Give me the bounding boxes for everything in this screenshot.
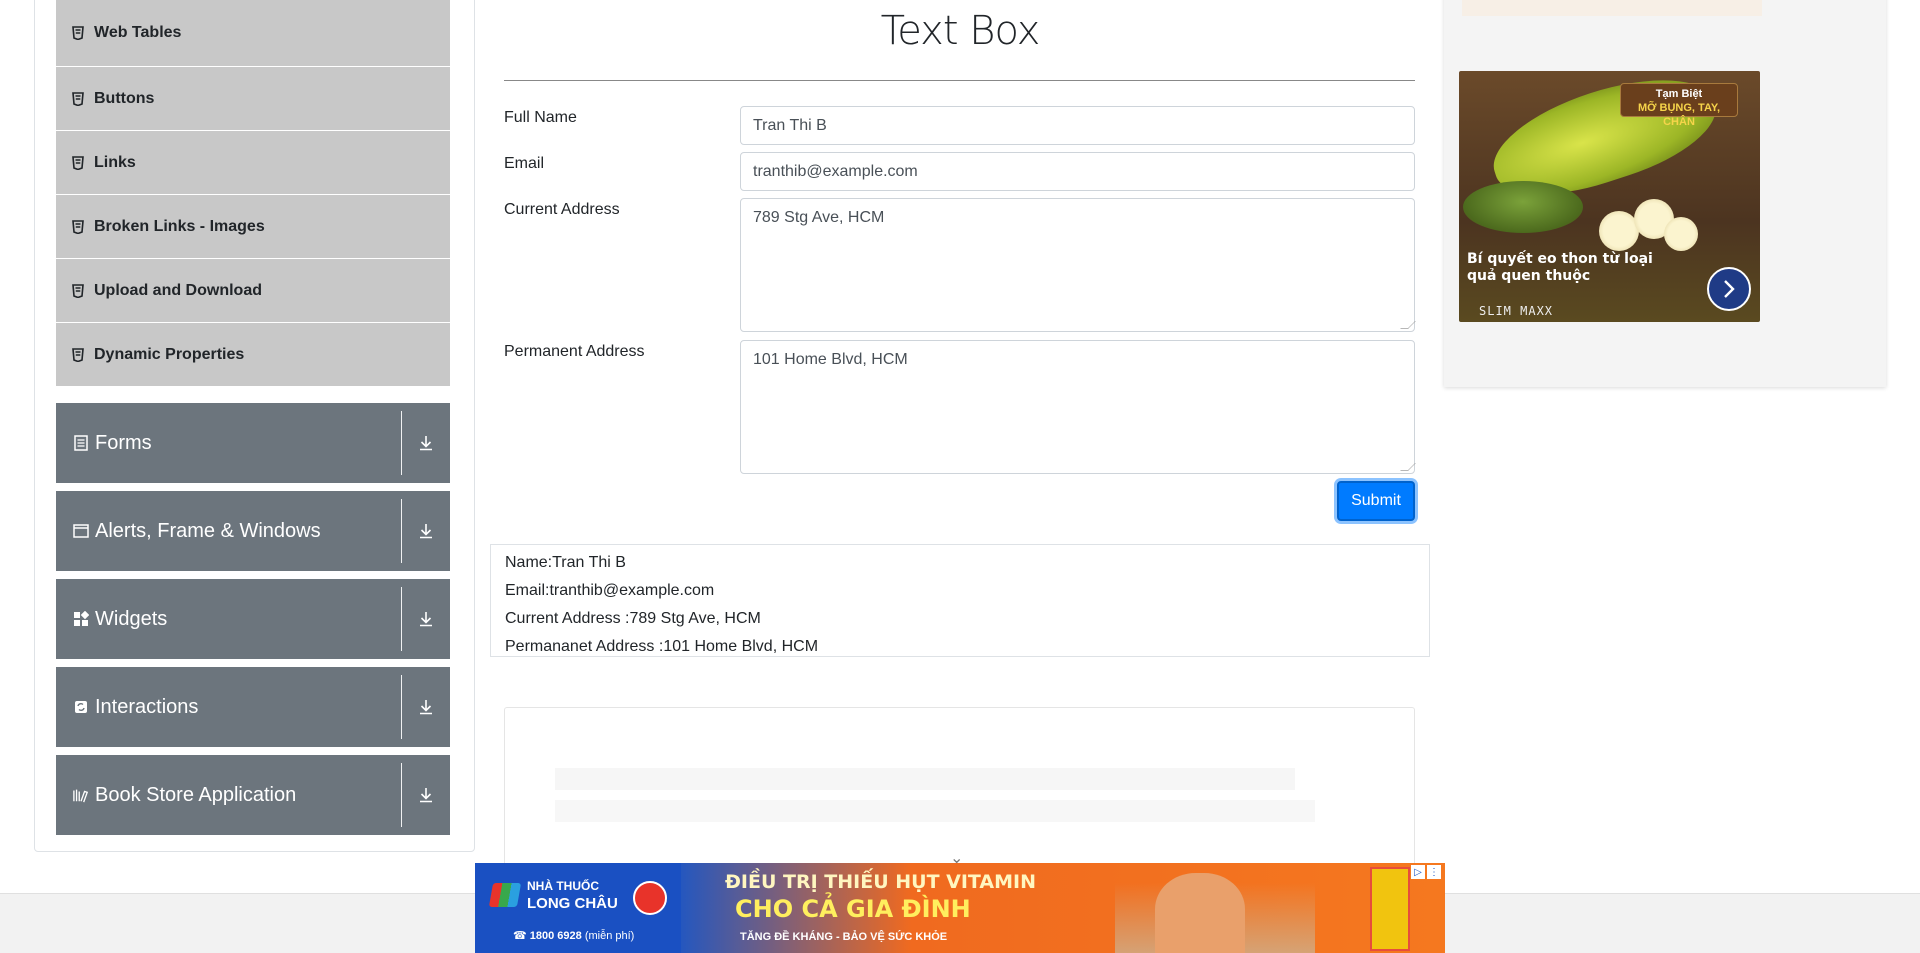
- permanent-address-textarea[interactable]: 101 Home Blvd, HCM: [740, 340, 1416, 474]
- html-icon: [72, 283, 84, 298]
- ad-phone-number: 1800 6928: [529, 930, 582, 942]
- elements-menu: Web Tables Buttons Links Broken Links - …: [56, 0, 450, 387]
- sidebar-group-book-store[interactable]: Book Store Application: [56, 755, 450, 835]
- ad-brand-box: NHÀ THUỐC LONG CHÂU ☎ 1800 6928 (miễn ph…: [475, 863, 681, 953]
- books-icon: [73, 787, 89, 803]
- html-icon: [72, 219, 84, 234]
- divider: [401, 763, 402, 827]
- output-email: Email:tranthib@example.com: [505, 582, 715, 599]
- interactions-icon: [73, 699, 89, 715]
- download-arrow-icon[interactable]: [402, 579, 450, 659]
- group-label: Forms: [95, 431, 152, 454]
- sidebar-item-label: Dynamic Properties: [94, 345, 245, 363]
- widgets-icon: [73, 611, 89, 627]
- full-name-value: Tran Thi B: [753, 117, 827, 134]
- ad-phone-note: (miễn phí): [584, 930, 635, 942]
- group-label: Interactions: [95, 695, 199, 718]
- output-permanent-address: Permananet Address :101 Home Blvd, HCM: [505, 638, 819, 655]
- email-label: Email: [504, 155, 545, 172]
- window-icon: [73, 523, 89, 539]
- ad-placeholder: ⌄: [504, 707, 1415, 877]
- group-label: Alerts, Frame & Windows: [95, 519, 321, 542]
- ad-top-strip: [1462, 0, 1762, 16]
- ad-brand: SLIM MAXX: [1479, 304, 1554, 318]
- email-input[interactable]: tranthib@example.com: [740, 152, 1415, 191]
- html-icon: [72, 347, 84, 362]
- sidebar-group-interactions[interactable]: Interactions: [56, 667, 450, 747]
- full-name-input[interactable]: Tran Thi B: [740, 106, 1415, 145]
- ad-caption: Bí quyết eo thon từ loại quả quen thuộc: [1467, 251, 1653, 284]
- permanent-address-value: 101 Home Blvd, HCM: [753, 351, 908, 368]
- page-title: Text Box: [880, 8, 1041, 54]
- download-arrow-icon[interactable]: [402, 491, 450, 571]
- product-box-image: [1370, 867, 1410, 951]
- seal-icon: [633, 881, 667, 915]
- group-label: Widgets: [95, 607, 168, 630]
- banana-ad[interactable]: Tạm Biệt MỠ BỤNG, TAY, CHÂN Bí quyết eo …: [1459, 71, 1760, 322]
- sidebar-group-widgets[interactable]: Widgets: [56, 579, 450, 659]
- divider: [401, 499, 402, 563]
- ad-subheadline: TĂNG ĐỀ KHÁNG - BẢO VỆ SỨC KHỎE: [740, 931, 948, 943]
- download-arrow-icon[interactable]: [402, 667, 450, 747]
- current-address-value: 789 Stg Ave, HCM: [753, 209, 885, 226]
- output-panel: Name:Tran Thi B Email:tranthib@example.c…: [490, 544, 1430, 657]
- sidebar-item-dynamic-properties[interactable]: Dynamic Properties: [56, 323, 450, 387]
- sidebar-item-label: Buttons: [94, 89, 155, 107]
- chevron-right-icon[interactable]: [1707, 267, 1751, 311]
- ad-headline2: CHO CẢ GIA ĐÌNH: [735, 895, 971, 923]
- current-address-label: Current Address: [504, 201, 620, 218]
- family-image: [1155, 873, 1245, 953]
- ad-blur-line: [555, 768, 1295, 790]
- output-name: Name:Tran Thi B: [505, 554, 626, 571]
- sidebar-item-label: Links: [94, 153, 136, 171]
- ad-tag: Tạm Biệt MỠ BỤNG, TAY, CHÂN: [1620, 83, 1738, 128]
- email-value: tranthib@example.com: [753, 163, 918, 180]
- divider: [401, 675, 402, 739]
- sidebar-item-label: Web Tables: [94, 24, 182, 41]
- sidebar-item-broken-links[interactable]: Broken Links - Images: [56, 195, 450, 259]
- html-icon: [72, 26, 84, 40]
- sidebar-item-upload-download[interactable]: Upload and Download: [56, 259, 450, 323]
- banana-slice: [1664, 217, 1698, 251]
- sidebar-item-label: Upload and Download: [94, 281, 262, 299]
- ad-phone: ☎ 1800 6928 (miễn phí): [513, 930, 635, 942]
- resize-handle-icon[interactable]: [1400, 463, 1416, 471]
- title-divider: [504, 80, 1415, 81]
- powder-bowl-image: [1463, 181, 1583, 233]
- ad-controls: ▷ ⋮: [1411, 865, 1441, 879]
- adchoices-icon[interactable]: ▷: [1411, 865, 1425, 879]
- more-options-icon[interactable]: ⋮: [1427, 865, 1441, 879]
- ad-brand-line2: LONG CHÂU: [527, 895, 618, 912]
- current-address-textarea[interactable]: 789 Stg Ave, HCM: [740, 198, 1416, 332]
- divider: [401, 587, 402, 651]
- sidebar-item-label: Broken Links - Images: [94, 217, 265, 235]
- sidebar-group-forms[interactable]: Forms: [56, 403, 450, 483]
- resize-handle-icon[interactable]: [1400, 321, 1416, 329]
- output-current-address: Current Address :789 Stg Ave, HCM: [505, 610, 761, 627]
- download-arrow-icon[interactable]: [402, 755, 450, 835]
- pharmacy-logo-icon: [488, 883, 522, 907]
- sidebar-group-alerts[interactable]: Alerts, Frame & Windows: [56, 491, 450, 571]
- ad-blur-line: [555, 800, 1315, 822]
- full-name-label: Full Name: [504, 109, 577, 126]
- banana-slice: [1599, 211, 1639, 251]
- group-label: Book Store Application: [95, 783, 297, 806]
- sidebar-item-buttons[interactable]: Buttons: [56, 67, 450, 131]
- divider: [401, 411, 402, 475]
- page: Web Tables Buttons Links Broken Links - …: [0, 0, 1920, 953]
- bottom-banner-ad[interactable]: NHÀ THUỐC LONG CHÂU ☎ 1800 6928 (miễn ph…: [475, 863, 1445, 953]
- ad-tag-line2: MỠ BỤNG, TAY, CHÂN: [1637, 102, 1721, 128]
- ad-headline1: ĐIỀU TRỊ THIẾU HỤT VITAMIN: [725, 871, 1036, 893]
- ad-tag-line1: Tạm Biệt: [1655, 88, 1703, 100]
- permanent-address-label: Permanent Address: [504, 343, 645, 360]
- html-icon: [72, 91, 84, 106]
- form-icon: [73, 435, 89, 451]
- sidebar-item-web-tables[interactable]: Web Tables: [56, 0, 450, 67]
- download-arrow-icon[interactable]: [402, 403, 450, 483]
- submit-button[interactable]: Submit: [1337, 481, 1415, 521]
- ad-brand-line1: NHÀ THUỐC: [527, 879, 599, 893]
- sidebar-item-links[interactable]: Links: [56, 131, 450, 195]
- html-icon: [72, 155, 84, 170]
